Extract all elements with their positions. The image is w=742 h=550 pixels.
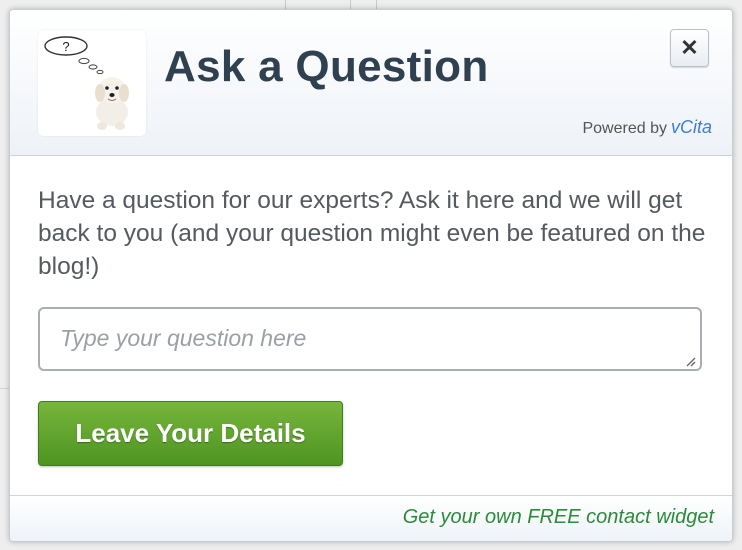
dialog-footer: Get your own FREE contact widget [10,495,732,541]
powered-by-label: Powered by [582,120,667,137]
powered-by: Powered by vCita [582,117,712,138]
background-divider [285,0,286,9]
resize-grip-icon[interactable] [684,355,696,367]
dialog-title: Ask a Question [164,42,489,91]
dialog-header: ? Ask a Question ✕ Powered by vCita [10,10,732,156]
question-input[interactable] [38,307,702,371]
svg-text:?: ? [62,39,69,54]
leave-details-button[interactable]: Leave Your Details [38,401,343,466]
thinking-dog-icon: ? [44,36,129,130]
close-icon: ✕ [680,35,699,60]
background-divider [376,0,377,9]
background-divider [350,0,351,9]
ask-question-dialog: ? Ask a Question ✕ Powered by vCita Have… [9,9,733,542]
vcita-brand-link[interactable]: vCita [671,117,712,137]
question-prompt: Have a question for our experts? Ask it … [38,187,706,280]
free-widget-link[interactable]: Get your own FREE contact widget [403,506,714,529]
background-divider [0,388,9,389]
avatar: ? [38,30,146,136]
close-button[interactable]: ✕ [670,29,709,67]
